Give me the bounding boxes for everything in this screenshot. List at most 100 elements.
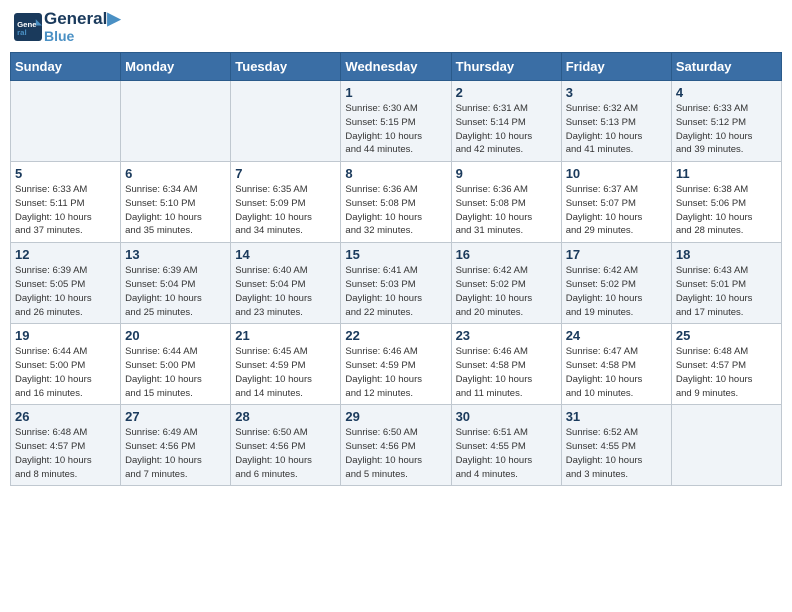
weekday-header-tuesday: Tuesday xyxy=(231,53,341,81)
day-number: 28 xyxy=(235,409,336,424)
day-number: 24 xyxy=(566,328,667,343)
day-info: Sunrise: 6:31 AM Sunset: 5:14 PM Dayligh… xyxy=(456,102,557,157)
day-number: 5 xyxy=(15,166,116,181)
calendar-cell: 22 Sunrise: 6:46 AM Sunset: 4:59 PM Dayli… xyxy=(341,324,451,405)
calendar-cell: 16 Sunrise: 6:42 AM Sunset: 5:02 PM Dayli… xyxy=(451,243,561,324)
calendar-cell xyxy=(671,405,781,486)
calendar-cell: 9 Sunrise: 6:36 AM Sunset: 5:08 PM Daylig… xyxy=(451,162,561,243)
day-number: 27 xyxy=(125,409,226,424)
calendar-cell: 11 Sunrise: 6:38 AM Sunset: 5:06 PM Dayli… xyxy=(671,162,781,243)
calendar-cell: 2 Sunrise: 6:31 AM Sunset: 5:14 PM Daylig… xyxy=(451,81,561,162)
day-info: Sunrise: 6:33 AM Sunset: 5:12 PM Dayligh… xyxy=(676,102,777,157)
day-number: 2 xyxy=(456,85,557,100)
day-number: 8 xyxy=(345,166,446,181)
day-info: Sunrise: 6:36 AM Sunset: 5:08 PM Dayligh… xyxy=(345,183,446,238)
day-number: 31 xyxy=(566,409,667,424)
day-number: 7 xyxy=(235,166,336,181)
day-info: Sunrise: 6:42 AM Sunset: 5:02 PM Dayligh… xyxy=(456,264,557,319)
day-info: Sunrise: 6:43 AM Sunset: 5:01 PM Dayligh… xyxy=(676,264,777,319)
day-number: 23 xyxy=(456,328,557,343)
day-number: 25 xyxy=(676,328,777,343)
calendar-cell: 23 Sunrise: 6:46 AM Sunset: 4:58 PM Dayli… xyxy=(451,324,561,405)
day-info: Sunrise: 6:39 AM Sunset: 5:05 PM Dayligh… xyxy=(15,264,116,319)
day-info: Sunrise: 6:40 AM Sunset: 5:04 PM Dayligh… xyxy=(235,264,336,319)
weekday-header-thursday: Thursday xyxy=(451,53,561,81)
weekday-header-sunday: Sunday xyxy=(11,53,121,81)
day-number: 18 xyxy=(676,247,777,262)
day-number: 21 xyxy=(235,328,336,343)
day-info: Sunrise: 6:34 AM Sunset: 5:10 PM Dayligh… xyxy=(125,183,226,238)
calendar-cell xyxy=(11,81,121,162)
day-number: 15 xyxy=(345,247,446,262)
svg-text:ral: ral xyxy=(17,28,27,37)
calendar-cell xyxy=(121,81,231,162)
day-info: Sunrise: 6:51 AM Sunset: 4:55 PM Dayligh… xyxy=(456,426,557,481)
calendar-cell: 25 Sunrise: 6:48 AM Sunset: 4:57 PM Dayli… xyxy=(671,324,781,405)
calendar-cell: 24 Sunrise: 6:47 AM Sunset: 4:58 PM Dayli… xyxy=(561,324,671,405)
weekday-header-friday: Friday xyxy=(561,53,671,81)
day-number: 16 xyxy=(456,247,557,262)
calendar-cell: 29 Sunrise: 6:50 AM Sunset: 4:56 PM Dayli… xyxy=(341,405,451,486)
week-row-1: 1Sunrise: 6:30 AM Sunset: 5:15 PM Daylig… xyxy=(11,81,782,162)
day-info: Sunrise: 6:38 AM Sunset: 5:06 PM Dayligh… xyxy=(676,183,777,238)
calendar-cell: 18 Sunrise: 6:43 AM Sunset: 5:01 PM Dayli… xyxy=(671,243,781,324)
day-number: 29 xyxy=(345,409,446,424)
day-number: 3 xyxy=(566,85,667,100)
day-info: Sunrise: 6:35 AM Sunset: 5:09 PM Dayligh… xyxy=(235,183,336,238)
day-number: 11 xyxy=(676,166,777,181)
day-info: Sunrise: 6:32 AM Sunset: 5:13 PM Dayligh… xyxy=(566,102,667,157)
calendar-cell: 7 Sunrise: 6:35 AM Sunset: 5:09 PM Daylig… xyxy=(231,162,341,243)
calendar-cell: 10Sunrise: 6:37 AM Sunset: 5:07 PM Dayli… xyxy=(561,162,671,243)
calendar-cell: 15 Sunrise: 6:41 AM Sunset: 5:03 PM Dayli… xyxy=(341,243,451,324)
calendar-cell: 5Sunrise: 6:33 AM Sunset: 5:11 PM Daylig… xyxy=(11,162,121,243)
day-info: Sunrise: 6:49 AM Sunset: 4:56 PM Dayligh… xyxy=(125,426,226,481)
logo: Gene ral General▶ Blue xyxy=(14,10,120,44)
day-info: Sunrise: 6:39 AM Sunset: 5:04 PM Dayligh… xyxy=(125,264,226,319)
calendar-cell: 28Sunrise: 6:50 AM Sunset: 4:56 PM Dayli… xyxy=(231,405,341,486)
day-info: Sunrise: 6:36 AM Sunset: 5:08 PM Dayligh… xyxy=(456,183,557,238)
week-row-4: 19 Sunrise: 6:44 AM Sunset: 5:00 PM Dayli… xyxy=(11,324,782,405)
day-number: 4 xyxy=(676,85,777,100)
calendar-cell: 26 Sunrise: 6:48 AM Sunset: 4:57 PM Dayli… xyxy=(11,405,121,486)
week-row-5: 26 Sunrise: 6:48 AM Sunset: 4:57 PM Dayli… xyxy=(11,405,782,486)
weekday-header-wednesday: Wednesday xyxy=(341,53,451,81)
week-row-3: 12 Sunrise: 6:39 AM Sunset: 5:05 PM Dayli… xyxy=(11,243,782,324)
day-info: Sunrise: 6:46 AM Sunset: 4:58 PM Dayligh… xyxy=(456,345,557,400)
calendar-cell: 20 Sunrise: 6:44 AM Sunset: 5:00 PM Dayli… xyxy=(121,324,231,405)
day-number: 1 xyxy=(345,85,446,100)
day-info: Sunrise: 6:48 AM Sunset: 4:57 PM Dayligh… xyxy=(15,426,116,481)
day-number: 30 xyxy=(456,409,557,424)
day-info: Sunrise: 6:44 AM Sunset: 5:00 PM Dayligh… xyxy=(15,345,116,400)
day-number: 17 xyxy=(566,247,667,262)
day-number: 6 xyxy=(125,166,226,181)
day-number: 20 xyxy=(125,328,226,343)
calendar-cell: 17 Sunrise: 6:42 AM Sunset: 5:02 PM Dayli… xyxy=(561,243,671,324)
calendar-cell: 12 Sunrise: 6:39 AM Sunset: 5:05 PM Dayli… xyxy=(11,243,121,324)
logo-text-line1: General▶ xyxy=(44,10,120,29)
day-info: Sunrise: 6:37 AM Sunset: 5:07 PM Dayligh… xyxy=(566,183,667,238)
weekday-header-monday: Monday xyxy=(121,53,231,81)
day-number: 12 xyxy=(15,247,116,262)
day-number: 22 xyxy=(345,328,446,343)
calendar-cell: 3 Sunrise: 6:32 AM Sunset: 5:13 PM Daylig… xyxy=(561,81,671,162)
day-info: Sunrise: 6:47 AM Sunset: 4:58 PM Dayligh… xyxy=(566,345,667,400)
day-number: 14 xyxy=(235,247,336,262)
day-number: 13 xyxy=(125,247,226,262)
calendar-cell: 6 Sunrise: 6:34 AM Sunset: 5:10 PM Daylig… xyxy=(121,162,231,243)
calendar-cell: 27 Sunrise: 6:49 AM Sunset: 4:56 PM Dayli… xyxy=(121,405,231,486)
calendar-cell: 14 Sunrise: 6:40 AM Sunset: 5:04 PM Dayli… xyxy=(231,243,341,324)
day-info: Sunrise: 6:48 AM Sunset: 4:57 PM Dayligh… xyxy=(676,345,777,400)
week-row-2: 5Sunrise: 6:33 AM Sunset: 5:11 PM Daylig… xyxy=(11,162,782,243)
page-header: Gene ral General▶ Blue xyxy=(10,10,782,44)
day-info: Sunrise: 6:46 AM Sunset: 4:59 PM Dayligh… xyxy=(345,345,446,400)
calendar-cell: 30 Sunrise: 6:51 AM Sunset: 4:55 PM Dayli… xyxy=(451,405,561,486)
calendar-cell: 8 Sunrise: 6:36 AM Sunset: 5:08 PM Daylig… xyxy=(341,162,451,243)
day-info: Sunrise: 6:50 AM Sunset: 4:56 PM Dayligh… xyxy=(345,426,446,481)
day-info: Sunrise: 6:41 AM Sunset: 5:03 PM Dayligh… xyxy=(345,264,446,319)
day-info: Sunrise: 6:44 AM Sunset: 5:00 PM Dayligh… xyxy=(125,345,226,400)
day-number: 26 xyxy=(15,409,116,424)
day-info: Sunrise: 6:42 AM Sunset: 5:02 PM Dayligh… xyxy=(566,264,667,319)
day-info: Sunrise: 6:52 AM Sunset: 4:55 PM Dayligh… xyxy=(566,426,667,481)
day-number: 19 xyxy=(15,328,116,343)
day-number: 9 xyxy=(456,166,557,181)
